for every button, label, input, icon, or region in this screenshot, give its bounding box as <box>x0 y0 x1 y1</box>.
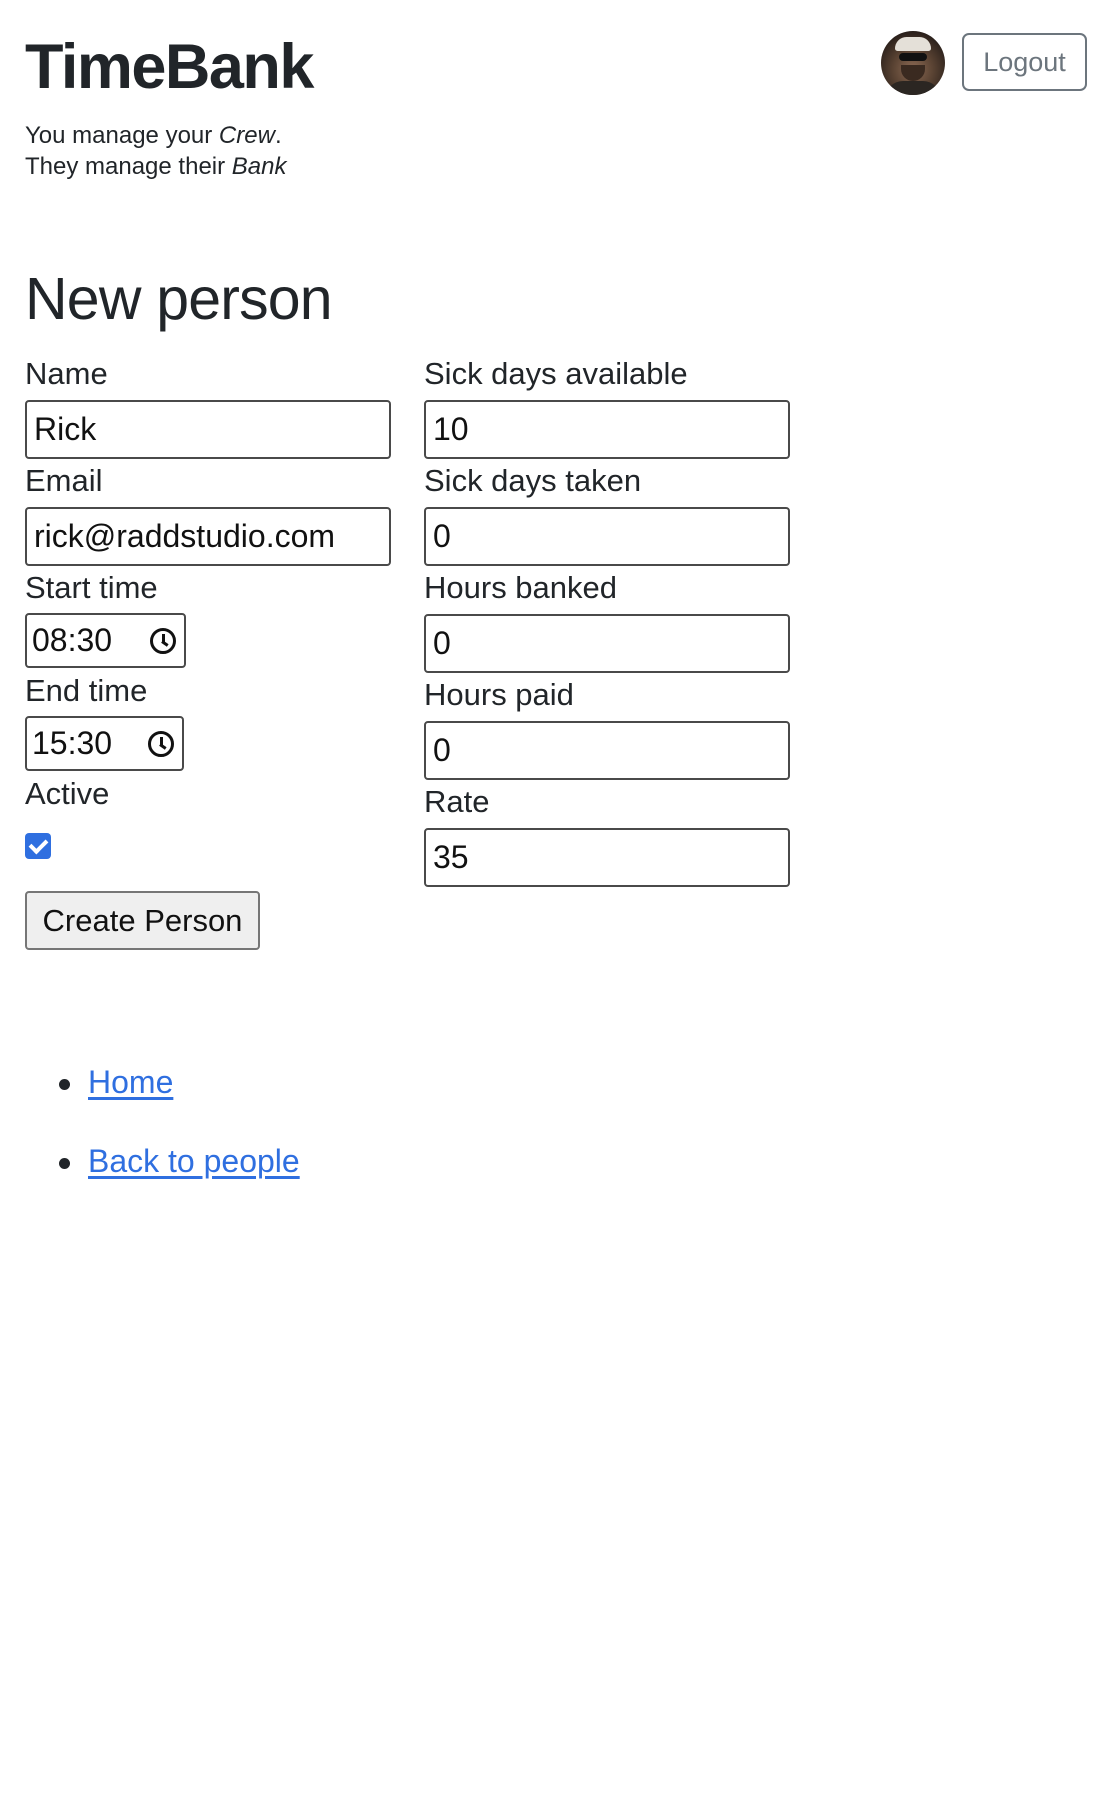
email-input[interactable] <box>25 507 391 566</box>
start-time-input[interactable]: 08:30 <box>25 613 186 668</box>
bullet <box>59 1079 70 1090</box>
end-time-label: End time <box>25 673 148 708</box>
clock-icon[interactable] <box>148 730 174 757</box>
home-link[interactable]: Home <box>88 1064 173 1101</box>
bullet <box>59 1158 70 1169</box>
app-brand: TimeBank <box>25 32 314 102</box>
page-title: New person <box>25 266 333 332</box>
sick-days-taken-input[interactable] <box>424 507 790 566</box>
sick-days-available-input[interactable] <box>424 400 790 459</box>
hours-banked-input[interactable] <box>424 614 790 673</box>
rate-label: Rate <box>424 784 490 819</box>
active-checkbox[interactable] <box>25 833 51 859</box>
rate-input[interactable] <box>424 828 790 887</box>
back-to-people-link[interactable]: Back to people <box>88 1143 300 1180</box>
sick-days-available-label: Sick days available <box>424 356 688 391</box>
logout-button[interactable]: Logout <box>962 33 1087 91</box>
sick-days-taken-label: Sick days taken <box>424 463 642 498</box>
clock-icon[interactable] <box>150 627 176 654</box>
tagline-line-1: You manage your Crew. <box>25 122 282 149</box>
create-person-button[interactable]: Create Person <box>25 891 260 950</box>
hours-banked-label: Hours banked <box>424 570 618 605</box>
avatar[interactable] <box>881 31 945 95</box>
tagline-line-2: They manage their Bank <box>25 153 287 180</box>
tagline: You manage your Crew. They manage their … <box>25 120 286 182</box>
start-time-label: Start time <box>25 570 158 605</box>
active-label: Active <box>25 776 110 811</box>
name-label: Name <box>25 356 108 391</box>
hours-paid-label: Hours paid <box>424 677 574 712</box>
hours-paid-input[interactable] <box>424 721 790 780</box>
end-time-input[interactable]: 15:30 <box>25 716 184 771</box>
name-input[interactable] <box>25 400 391 459</box>
end-time-value: 15:30 <box>32 725 113 761</box>
start-time-value: 08:30 <box>32 622 113 658</box>
email-label: Email <box>25 463 103 498</box>
